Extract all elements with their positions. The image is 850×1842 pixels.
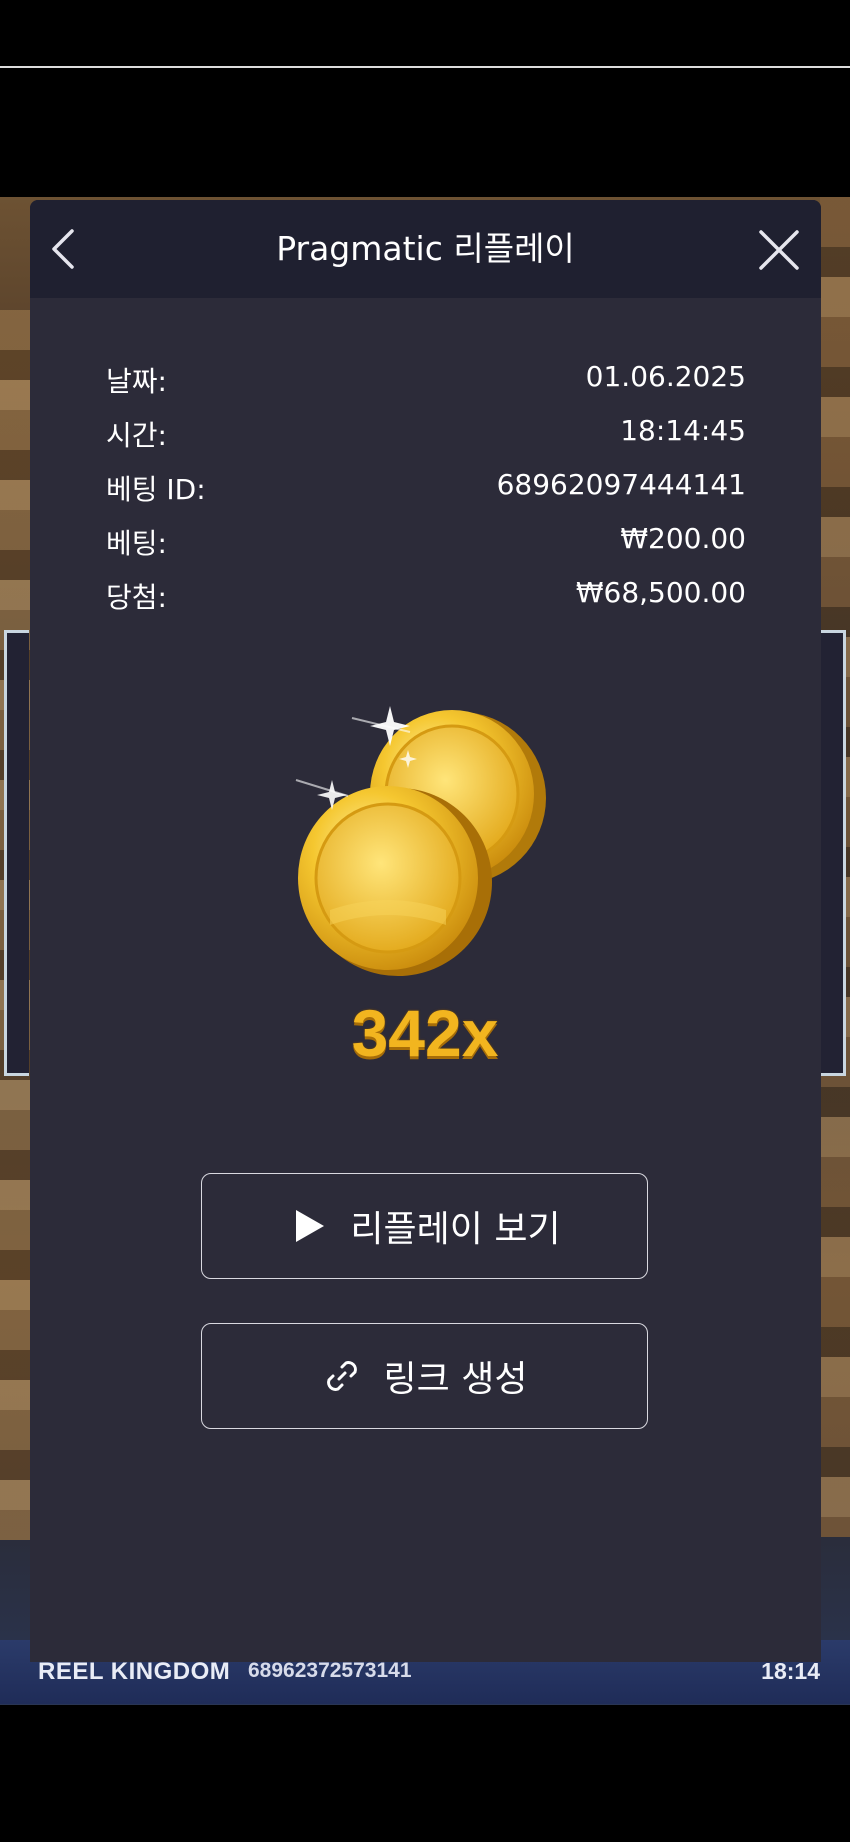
- status-divider: [0, 66, 850, 68]
- play-icon: [296, 1210, 325, 1242]
- detail-label: 날짜:: [106, 365, 167, 398]
- detail-value: ₩200.00: [620, 522, 746, 555]
- modal-header: Pragmatic 리플레이: [30, 200, 821, 298]
- detail-row-time: 시간: 18:14:45: [106, 414, 746, 468]
- create-link-label: 링크 생성: [383, 1359, 528, 1400]
- ticker-brand: REEL KINGDOM: [38, 1658, 231, 1685]
- modal-title: Pragmatic 리플레이: [276, 229, 575, 268]
- view-replay-button[interactable]: 리플레이 보기: [201, 1173, 648, 1279]
- close-button[interactable]: [755, 226, 803, 274]
- detail-value: 68962097444141: [496, 468, 746, 501]
- link-icon: [326, 1361, 357, 1391]
- back-button[interactable]: [42, 225, 86, 273]
- detail-value: ₩68,500.00: [575, 576, 746, 609]
- view-replay-label: 리플레이 보기: [350, 1209, 561, 1250]
- detail-label: 시간:: [106, 419, 167, 452]
- chevron-left-icon: [52, 229, 74, 269]
- detail-value: 01.06.2025: [585, 360, 746, 393]
- detail-label: 베팅:: [106, 527, 167, 560]
- bet-details: 날짜: 01.06.2025 시간: 18:14:45 베팅 ID: 68962…: [106, 360, 746, 630]
- detail-label: 베팅 ID:: [106, 473, 206, 506]
- detail-row-bet: 베팅: ₩200.00: [106, 522, 746, 576]
- detail-label: 당첨:: [106, 581, 167, 614]
- close-icon: [759, 230, 799, 270]
- create-link-button[interactable]: 링크 생성: [201, 1323, 648, 1429]
- ticker-bet-id: 68962372573141: [248, 1659, 412, 1682]
- detail-value: 18:14:45: [620, 414, 746, 447]
- detail-row-bet-id: 베팅 ID: 68962097444141: [106, 468, 746, 522]
- ticker-time: 18:14: [761, 1658, 820, 1684]
- win-multiplier: 342x: [351, 996, 499, 1070]
- detail-row-win: 당첨: ₩68,500.00: [106, 576, 746, 630]
- detail-row-date: 날짜: 01.06.2025: [106, 360, 746, 414]
- gold-coins-icon: [295, 706, 546, 976]
